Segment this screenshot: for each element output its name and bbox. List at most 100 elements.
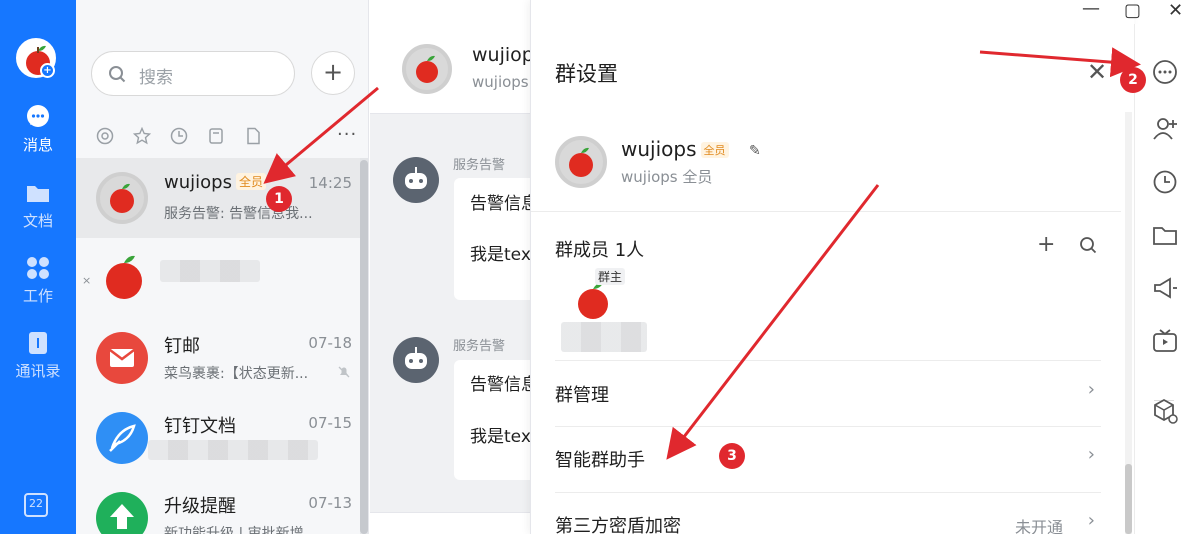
minimize-icon[interactable]: — [1082, 0, 1100, 19]
message-bubble[interactable]: 告警信息 我是tex [454, 178, 538, 300]
search-icon[interactable] [1079, 236, 1097, 254]
close-window-icon[interactable]: ✕ [1168, 0, 1183, 21]
conversation-preview: 服务告警: 告警信息我... [164, 206, 313, 222]
members-title: 群成员 1人 [555, 240, 645, 261]
clock-icon[interactable] [170, 127, 188, 149]
more-circle-icon[interactable] [1152, 59, 1178, 85]
conversation-name: 升级提醒 [164, 496, 236, 517]
feather-docs-icon [96, 412, 148, 464]
more-options-icon[interactable]: ··· [337, 124, 357, 145]
close-icon[interactable]: ✕ [1087, 58, 1107, 86]
add-app-cube-icon[interactable] [1152, 398, 1178, 424]
list-scrollbar-thumb[interactable] [360, 160, 368, 534]
filter-bar [96, 126, 276, 149]
live-tv-icon[interactable] [1152, 328, 1178, 354]
mail-icon [96, 332, 148, 384]
conversation-time: 07-18 [308, 334, 352, 352]
chat-bubble-icon [27, 105, 49, 127]
chat-area: wujiop wujiops 服务告警 告警信息 我是tex 服务告警 告警信息… [370, 0, 538, 534]
input-toolbar[interactable] [370, 512, 530, 534]
panel-scrollbar[interactable] [1125, 112, 1132, 534]
window-controls: — ▢ ✕ [1076, 0, 1192, 24]
robot-avatar-icon[interactable] [393, 157, 439, 203]
folder-icon[interactable] [1152, 222, 1178, 248]
folder-icon [27, 186, 49, 202]
message-sender: 服务告警 [453, 339, 506, 354]
contacts-icon [29, 332, 47, 354]
conversation-time: 07-15 [308, 414, 352, 432]
add-member-icon[interactable]: + [1037, 232, 1055, 257]
redacted-member-name [561, 322, 647, 352]
group-avatar[interactable] [555, 136, 607, 188]
conversation-name: 钉邮 [164, 336, 200, 357]
status-text: 未开通 [1014, 518, 1063, 534]
history-clock-icon[interactable] [1152, 169, 1178, 195]
settings-row-smart-assistant[interactable]: 智能群助手 › [555, 438, 1101, 478]
group-settings-panel: 群设置 ✕ wujiops 全员 ✎ wujiops 全员 群成员 1人 + 群主… [530, 0, 1134, 534]
all-members-tag: 全员 [700, 142, 729, 158]
conversation-name: 钉钉文档 [164, 416, 236, 437]
apple-avatar-icon[interactable] [402, 44, 452, 94]
chevron-right-icon: › [1087, 510, 1095, 531]
panel-title: 群设置 [555, 62, 618, 86]
apple-avatar-icon [96, 172, 148, 224]
panel-scrollbar-thumb[interactable] [1125, 464, 1132, 534]
conversation-item[interactable]: wujiops 全员 14:25 服务告警: 告警信息我... [76, 158, 360, 238]
nav-label: 消息 [22, 136, 53, 154]
nav-item-work[interactable]: 工作 [0, 255, 76, 306]
mute-bell-icon [338, 366, 350, 378]
message-bubble[interactable]: 告警信息 我是tex [454, 360, 538, 480]
search-icon [109, 66, 126, 83]
apple-avatar-icon [569, 147, 593, 177]
clipboard-icon[interactable] [207, 127, 225, 149]
maximize-icon[interactable]: ▢ [1124, 0, 1141, 21]
add-status-icon[interactable]: + [40, 63, 55, 78]
annotation-badge: 2 [1120, 67, 1146, 93]
calendar-icon[interactable]: 22 [24, 493, 48, 517]
edit-pencil-icon[interactable]: ✎ [749, 143, 761, 159]
document-icon[interactable] [244, 127, 262, 149]
main-nav-bar: + 消息 文档 工作 通讯录 22 [0, 0, 76, 534]
apple-avatar-icon [98, 252, 150, 304]
divider [555, 426, 1101, 427]
conversation-item[interactable]: 钉钉文档 07-15 [76, 398, 360, 478]
mention-icon[interactable] [96, 127, 114, 149]
nav-label: 通讯录 [15, 362, 61, 380]
nav-item-docs[interactable]: 文档 [0, 180, 76, 231]
all-members-tag: 全员 [235, 173, 266, 190]
chevron-right-icon: › [1087, 444, 1095, 465]
chat-subtitle: wujiops [472, 73, 529, 91]
robot-avatar-icon[interactable] [393, 337, 439, 383]
divider [531, 211, 1121, 212]
conversation-item[interactable]: × [76, 238, 360, 318]
divider [555, 492, 1101, 493]
conversation-item[interactable]: 钉邮 07-18 菜鸟裹裹:【状态更新... [76, 318, 360, 398]
divider [555, 360, 1101, 361]
annotation-badge: 3 [719, 443, 745, 469]
megaphone-icon[interactable] [1152, 275, 1178, 301]
conversation-item[interactable]: 升级提醒 07-13 新功能升级 | 审批新增... [76, 478, 360, 534]
create-button[interactable]: + [311, 51, 355, 95]
close-icon[interactable]: × [82, 274, 91, 287]
annotation-badge: 1 [266, 186, 292, 212]
conversation-preview: 菜鸟裹裹:【状态更新... [164, 366, 309, 382]
chat-title: wujiop [472, 44, 534, 66]
nav-item-messages[interactable]: 消息 [0, 104, 76, 155]
add-member-icon[interactable] [1152, 116, 1178, 142]
settings-row-encryption[interactable]: 第三方密盾加密 未开通 › [555, 504, 1101, 534]
message-sender: 服务告警 [453, 158, 506, 173]
owner-badge: 群主 [595, 268, 626, 285]
search-placeholder: 搜索 [139, 68, 173, 88]
settings-row-group-management[interactable]: 群管理 › [555, 373, 1101, 413]
upgrade-arrow-icon [96, 492, 148, 534]
search-input[interactable]: 搜索 [91, 51, 295, 96]
conversation-time: 07-13 [308, 494, 352, 512]
redacted-preview [148, 440, 318, 460]
group-subtitle: wujiops 全员 [621, 168, 713, 186]
conversation-name: wujiops 全员 [164, 172, 266, 193]
star-icon[interactable] [132, 126, 152, 149]
nav-item-contacts[interactable]: 通讯录 [0, 330, 76, 381]
conversation-list-panel: 搜索 + ··· wujiops 全员 14:25 服务告警: 告警信息我... … [76, 0, 369, 534]
chat-header: wujiop wujiops [370, 0, 534, 114]
chevron-right-icon: › [1087, 379, 1095, 400]
